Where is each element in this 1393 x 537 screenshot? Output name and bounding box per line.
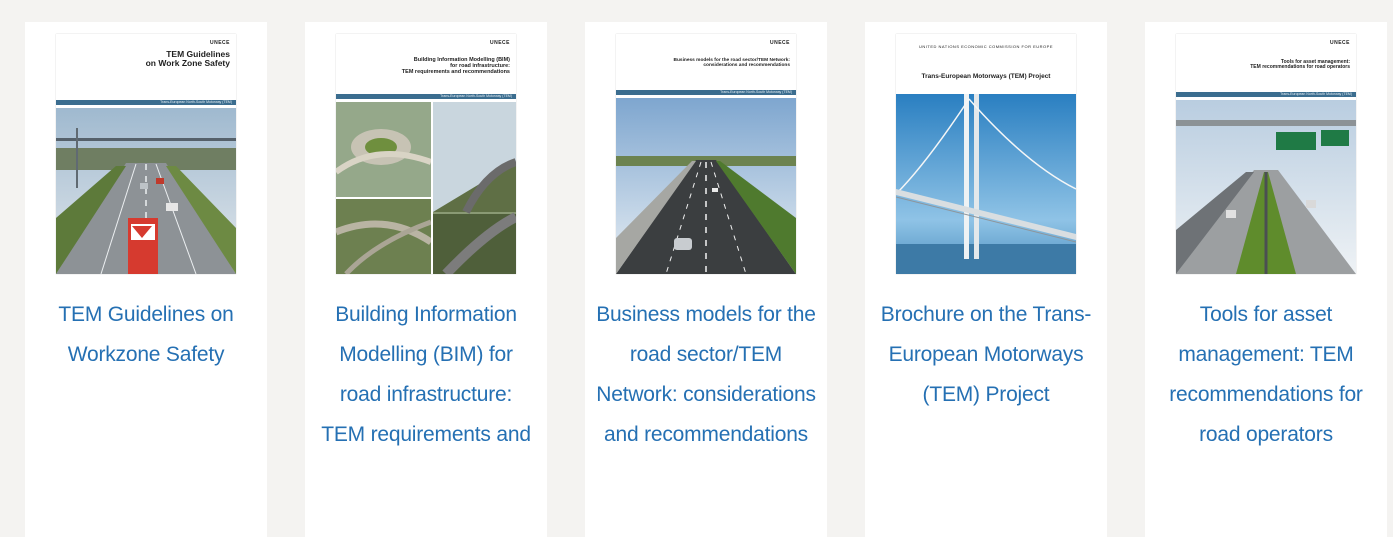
cover-band-text: Trans-European North-South Motorway (TEM… <box>1280 92 1352 96</box>
cover-title: Business models for the road sector/TEM … <box>622 58 790 68</box>
cover-band: Trans-European North-South Motorway (TEM… <box>616 90 796 95</box>
cover-band-text: Trans-European North-South Motorway (TEM… <box>440 94 512 98</box>
publication-grid: UNECE TEM Guidelines on Work Zone Safety… <box>25 22 1387 537</box>
cover-title-line: TEM requirements and recommendations <box>401 68 510 75</box>
cover-image-bim[interactable]: UNECE Building Information Modelling (BI… <box>336 34 516 274</box>
cover-image-asset-management[interactable]: UNECE Tools for asset management: TEM re… <box>1176 34 1356 274</box>
publication-card-work-zone-safety[interactable]: UNECE TEM Guidelines on Work Zone Safety… <box>25 22 267 537</box>
cover-title-line: Trans-European Motorways (TEM) Project <box>921 73 1051 80</box>
cover-photo-suspension-bridge <box>896 94 1076 274</box>
publication-card-business-models[interactable]: UNECE Business models for the road secto… <box>585 22 827 537</box>
publication-title-link[interactable]: TEM Guidelines on Workzone Safety <box>36 295 256 375</box>
cover-brand: UNECE <box>769 40 790 46</box>
cover-title: Trans-European Motorways (TEM) Project <box>902 73 1070 81</box>
cover-image-tem-brochure[interactable]: UNITED NATIONS ECONOMIC COMMISSION FOR E… <box>896 34 1076 274</box>
cover-photo-highway <box>56 108 236 274</box>
cover-brand: UNECE <box>489 40 510 46</box>
cover-band: Trans-European North-South Motorway (TEM… <box>56 100 236 105</box>
cover-title: Tools for asset management: TEM recommen… <box>1182 59 1350 71</box>
cover-photo-highway-gantry <box>1176 100 1356 274</box>
cover-title-line: considerations and recommendations <box>703 63 790 69</box>
cover-brand: UNECE <box>1329 40 1350 46</box>
cover-title-line: TEM recommendations for road operators <box>1250 64 1350 71</box>
cover-image-business-models[interactable]: UNECE Business models for the road secto… <box>616 34 796 274</box>
cover-band: Trans-European North-South Motorway (TEM… <box>1176 92 1356 97</box>
cover-band: Trans-European North-South Motorway (TEM… <box>336 94 516 99</box>
publication-card-asset-management[interactable]: UNECE Tools for asset management: TEM re… <box>1145 22 1387 537</box>
publication-title-link[interactable]: Building Information Modelling (BIM) for… <box>316 295 536 455</box>
publication-card-tem-brochure[interactable]: UNITED NATIONS ECONOMIC COMMISSION FOR E… <box>865 22 1107 537</box>
cover-title: TEM Guidelines on Work Zone Safety <box>62 50 230 68</box>
publication-title-link[interactable]: Brochure on the Trans-European Motorways… <box>876 295 1096 415</box>
cover-brand: UNECE <box>209 40 230 46</box>
publication-title-link[interactable]: Business models for the road sector/TEM … <box>596 295 816 455</box>
publications-page: UNECE TEM Guidelines on Work Zone Safety… <box>0 0 1393 537</box>
publication-card-bim[interactable]: UNECE Building Information Modelling (BI… <box>305 22 547 537</box>
publication-title-link[interactable]: Tools for asset management: TEM recommen… <box>1156 295 1376 455</box>
cover-band-text: Trans-European North-South Motorway (TEM… <box>160 100 232 104</box>
cover-brand: UNITED NATIONS ECONOMIC COMMISSION FOR E… <box>919 44 1053 49</box>
cover-photo-motorway <box>616 98 796 274</box>
cover-title-line: on Work Zone Safety <box>145 57 230 68</box>
cover-image-work-zone-safety[interactable]: UNECE TEM Guidelines on Work Zone Safety… <box>56 34 236 274</box>
cover-title: Building Information Modelling (BIM) for… <box>342 57 510 75</box>
cover-photo-bim-model <box>336 102 516 274</box>
cover-band-text: Trans-European North-South Motorway (TEM… <box>720 90 792 94</box>
